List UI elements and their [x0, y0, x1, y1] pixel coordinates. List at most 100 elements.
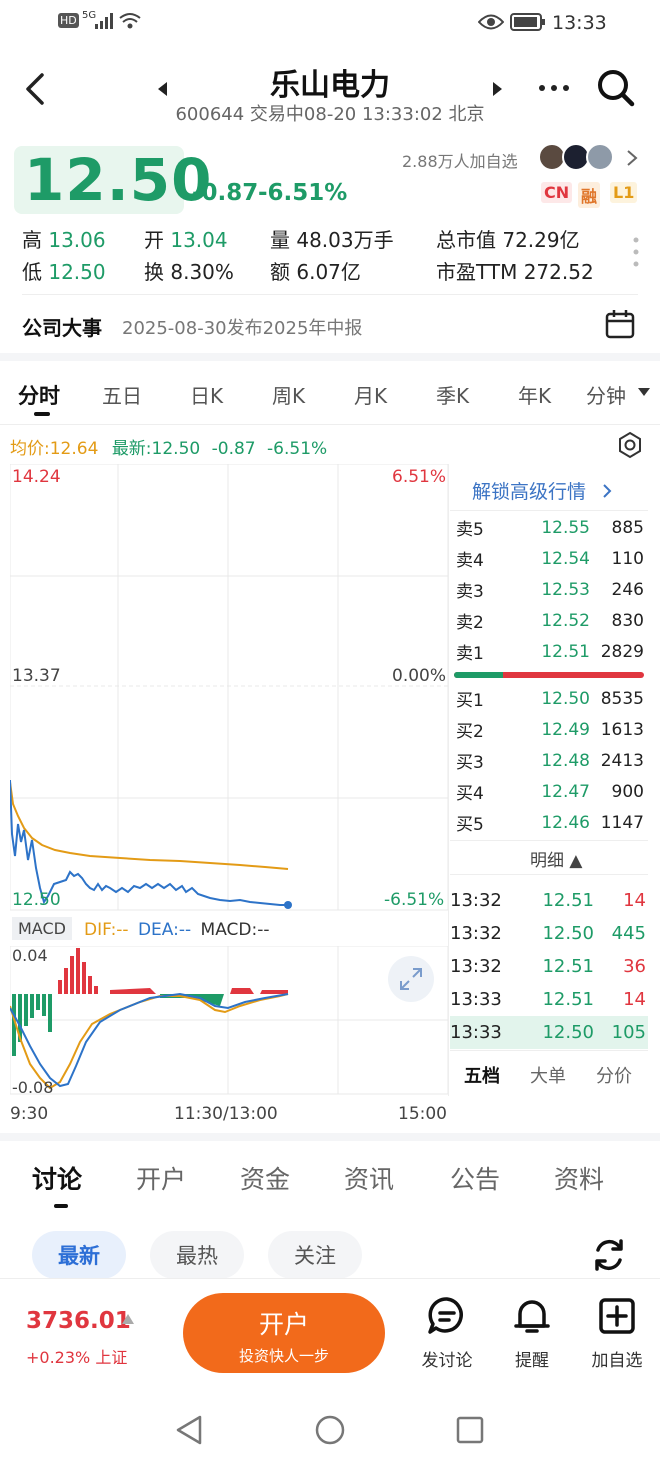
back-arrow-icon[interactable]: [24, 72, 46, 106]
nav-recents-icon[interactable]: [456, 1416, 484, 1444]
event-text[interactable]: 2025-08-30发布2025年中报: [122, 314, 362, 340]
chevron-right-icon[interactable]: [626, 149, 638, 167]
tab-monthly-k[interactable]: 月K: [354, 380, 387, 409]
ask-share-fill: [454, 672, 504, 678]
more-icon[interactable]: [538, 84, 570, 92]
tick-row: 13:32 12.51 36: [450, 956, 646, 977]
tab-capital[interactable]: 资金: [240, 1160, 290, 1196]
divider: [450, 510, 648, 511]
caret-down-icon[interactable]: [638, 388, 650, 396]
ask-row: 卖1 12.51 2829: [456, 641, 644, 665]
tab-weekly-k[interactable]: 周K: [272, 380, 305, 409]
stat-amount: 额 6.07亿: [270, 260, 361, 284]
bid-row: 买3 12.48 2413: [456, 750, 644, 774]
macd-bottom-label: -0.08: [12, 1078, 54, 1097]
bid-row: 买2 12.49 1613: [456, 719, 644, 743]
price-change-pct: -6.51%: [258, 180, 348, 206]
pct-bottom-label: -6.51%: [384, 890, 445, 910]
stats-grid: 高 13.06 开 13.04 量 48.03万手 总市值 72.29亿 低 1…: [22, 222, 622, 286]
tab-daily-k[interactable]: 日K: [190, 380, 223, 409]
intraday-chart[interactable]: [10, 464, 448, 912]
macd-legend: DIF:-- DEA:-- MACD:--: [84, 920, 270, 940]
prev-stock-icon[interactable]: [158, 82, 168, 96]
price-line: [10, 779, 288, 906]
search-icon[interactable]: [596, 68, 636, 108]
signal-icon: [95, 13, 113, 29]
post-discussion-button[interactable]: 发讨论: [412, 1296, 482, 1371]
filter-following[interactable]: 关注: [268, 1231, 362, 1279]
next-stock-icon[interactable]: [492, 82, 502, 96]
divider: [22, 294, 638, 295]
system-nav-bar: [0, 1390, 660, 1467]
orderbook-tab-large[interactable]: 大单: [530, 1062, 566, 1088]
orderbook-tab-price[interactable]: 分价: [596, 1062, 632, 1088]
stat-volume: 量 48.03万手: [270, 228, 394, 252]
tab-active-indicator: [54, 1204, 68, 1208]
avg-price-line: [10, 781, 289, 870]
event-label: 公司大事: [22, 316, 102, 340]
divider: [450, 1050, 648, 1051]
stat-pe: 市盈TTM 272.52: [436, 260, 594, 284]
macd-label[interactable]: MACD: [12, 917, 72, 940]
stat-open: 开 13.04: [144, 228, 228, 252]
unlock-advanced-link[interactable]: 解锁高级行情: [472, 477, 612, 504]
add-watchlist-button[interactable]: 加自选: [582, 1296, 652, 1371]
expand-button[interactable]: [388, 956, 434, 1002]
watcher-avatars[interactable]: [538, 143, 618, 173]
tab-quarterly-k[interactable]: 季K: [436, 380, 469, 409]
calendar-icon[interactable]: [604, 308, 636, 340]
bid-row: 买1 12.50 8535: [456, 688, 644, 712]
y-bottom-label: 12.50: [12, 890, 61, 910]
badge-l1: L1: [610, 182, 638, 203]
macd-chart[interactable]: [10, 946, 448, 1096]
tab-announcements[interactable]: 公告: [450, 1160, 500, 1196]
tick-row: 13:33 12.50 105: [450, 1016, 648, 1049]
stock-subtitle: 600644 交易中08-20 13:33:02 北京: [175, 104, 485, 125]
filter-latest[interactable]: 最新: [32, 1231, 126, 1279]
ask-row: 卖5 12.55 885: [456, 517, 644, 541]
tab-discussion[interactable]: 讨论: [32, 1160, 82, 1196]
tab-five-day[interactable]: 五日: [102, 380, 142, 409]
filter-hottest[interactable]: 最热: [150, 1231, 244, 1279]
tab-open-account[interactable]: 开户: [136, 1160, 186, 1196]
tab-minute[interactable]: 分钟: [586, 380, 626, 409]
ask-row: 卖2 12.52 830: [456, 610, 644, 634]
settings-icon[interactable]: [616, 431, 644, 459]
chat-bubble-icon: [428, 1297, 463, 1334]
stat-high: 高 13.06: [22, 228, 106, 252]
pct-mid-label: 0.00%: [392, 666, 447, 686]
plus-square-icon: [599, 1298, 635, 1334]
badge-margin: 融: [578, 182, 601, 208]
detail-toggle[interactable]: 明细 ▲: [530, 846, 582, 871]
clock: 13:33: [552, 12, 607, 34]
tab-intraday[interactable]: 分时: [18, 380, 60, 410]
tab-profile[interactable]: 资料: [554, 1160, 604, 1196]
expand-icon: [400, 968, 422, 990]
tab-news[interactable]: 资讯: [344, 1160, 394, 1196]
open-account-label: 开户: [258, 1310, 309, 1339]
nav-home-icon[interactable]: [314, 1414, 346, 1446]
caret-up-icon: [122, 1314, 134, 1324]
macd-top-label: 0.04: [12, 946, 48, 965]
tick-row: 13:32 12.50 445: [450, 923, 646, 944]
y-mid-label: 13.37: [12, 666, 61, 686]
current-price: 12.50: [24, 146, 213, 214]
eye-icon: [478, 14, 504, 30]
vertical-dots-icon[interactable]: [632, 236, 640, 268]
battery-icon: [510, 13, 545, 31]
refresh-icon[interactable]: [590, 1236, 628, 1274]
open-account-button[interactable]: 开户 投资快人一步: [183, 1293, 385, 1373]
bid-ask-ratio-bar: [454, 672, 644, 678]
hd-badge: HD: [58, 13, 79, 28]
index-value[interactable]: 3736.01: [26, 1308, 131, 1334]
alert-button[interactable]: 提醒: [497, 1296, 567, 1371]
avg-price: 均价:12.64: [10, 439, 99, 459]
chevron-right-icon: [603, 484, 612, 498]
bell-icon: [514, 1300, 550, 1333]
orderbook-tab-five[interactable]: 五档: [464, 1062, 500, 1088]
tab-yearly-k[interactable]: 年K: [518, 380, 551, 409]
latest-price: 最新:12.50: [111, 439, 201, 459]
nav-back-icon[interactable]: [174, 1414, 204, 1446]
index-change: +0.23% 上证: [26, 1348, 128, 1367]
section-gap: [0, 1133, 660, 1141]
